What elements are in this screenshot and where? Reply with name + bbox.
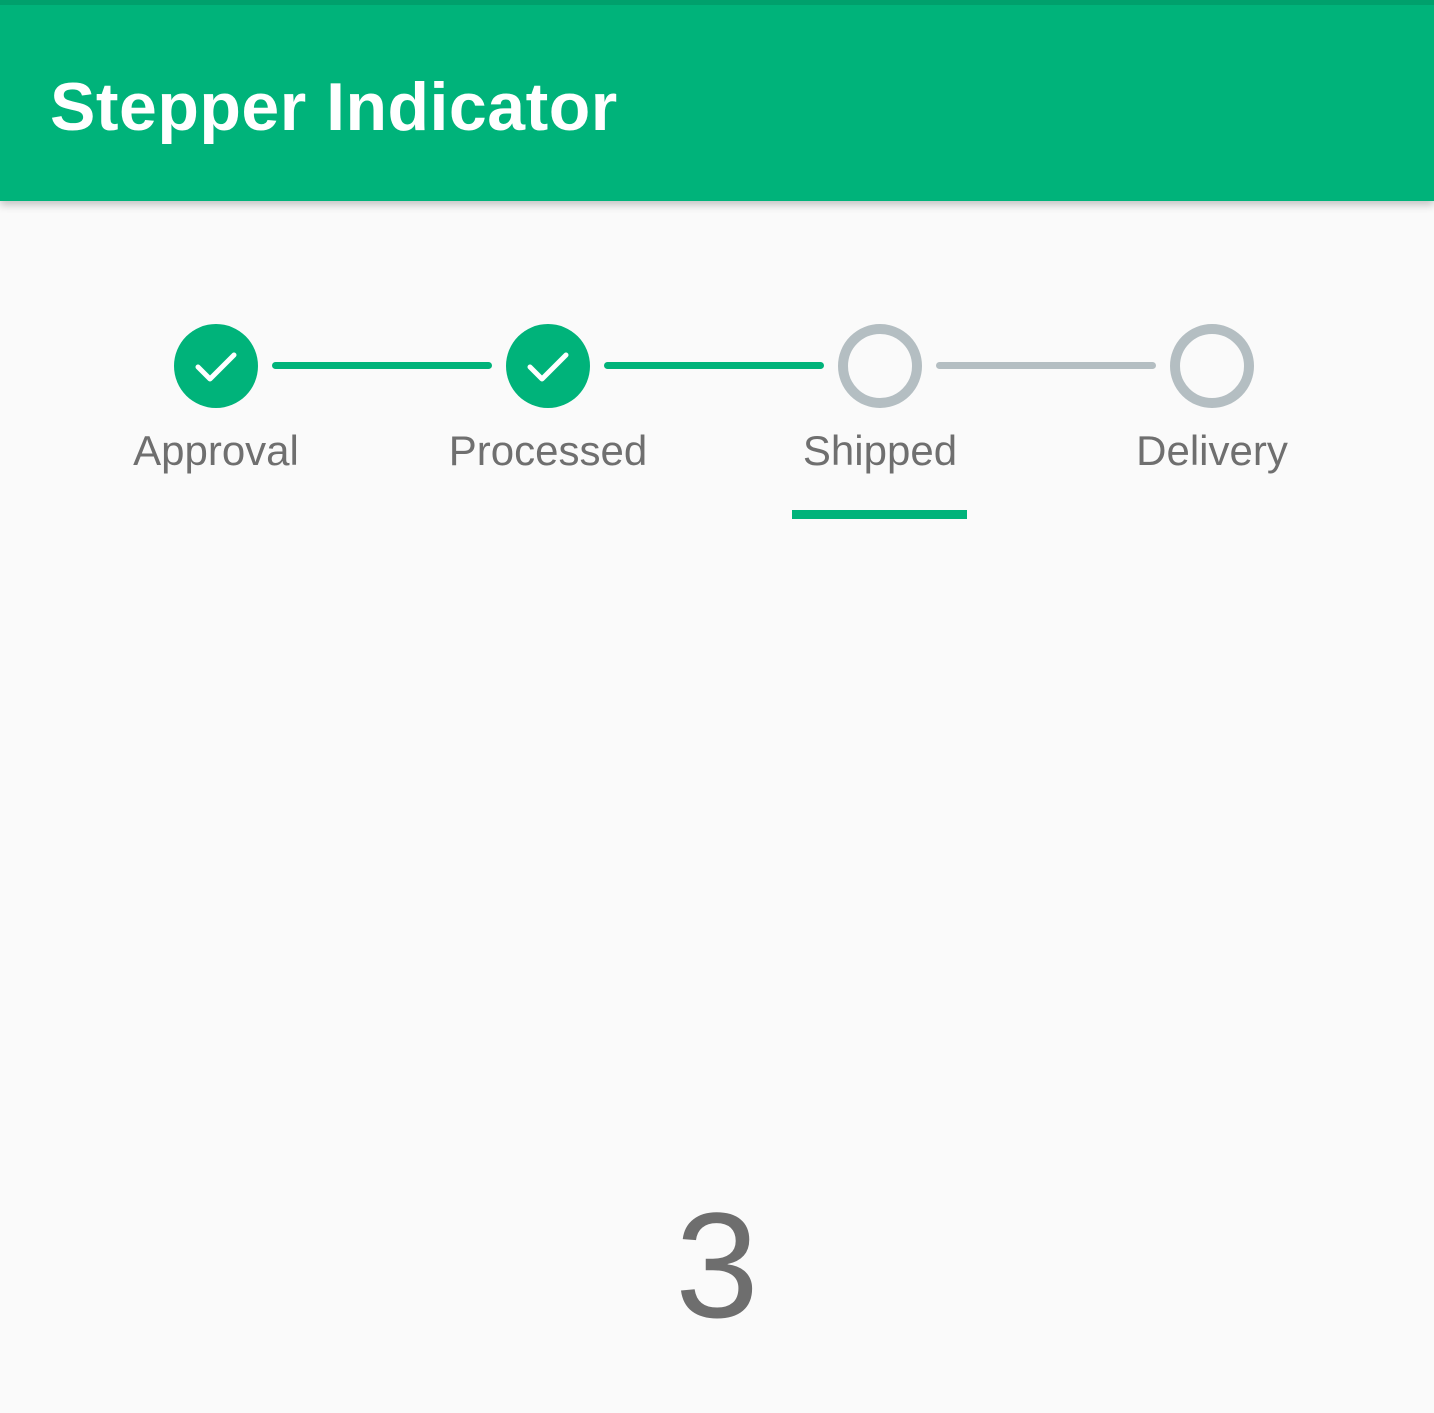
page-content-number: 3 bbox=[675, 1181, 759, 1349]
step-label-approval: Approval bbox=[133, 427, 299, 474]
connector-3-4 bbox=[936, 362, 1156, 369]
app-screen: Stepper Indicator Approval Processed Shi… bbox=[0, 0, 1434, 1413]
step-approval[interactable] bbox=[174, 324, 258, 408]
step-shipped[interactable] bbox=[838, 324, 922, 408]
step-label-processed: Processed bbox=[448, 427, 648, 474]
check-icon bbox=[195, 352, 237, 382]
step-label-delivery: Delivery bbox=[1136, 427, 1288, 474]
step-delivery[interactable] bbox=[1170, 324, 1254, 408]
connector-1-2 bbox=[272, 362, 492, 369]
app-bar: Stepper Indicator bbox=[0, 0, 1434, 201]
check-icon bbox=[527, 352, 569, 382]
app-bar-title: Stepper Indicator bbox=[50, 69, 618, 145]
step-label-shipped: Shipped bbox=[802, 427, 958, 474]
current-step-indicator bbox=[792, 510, 967, 519]
connector-2-3 bbox=[604, 362, 824, 369]
step-processed[interactable] bbox=[506, 324, 590, 408]
